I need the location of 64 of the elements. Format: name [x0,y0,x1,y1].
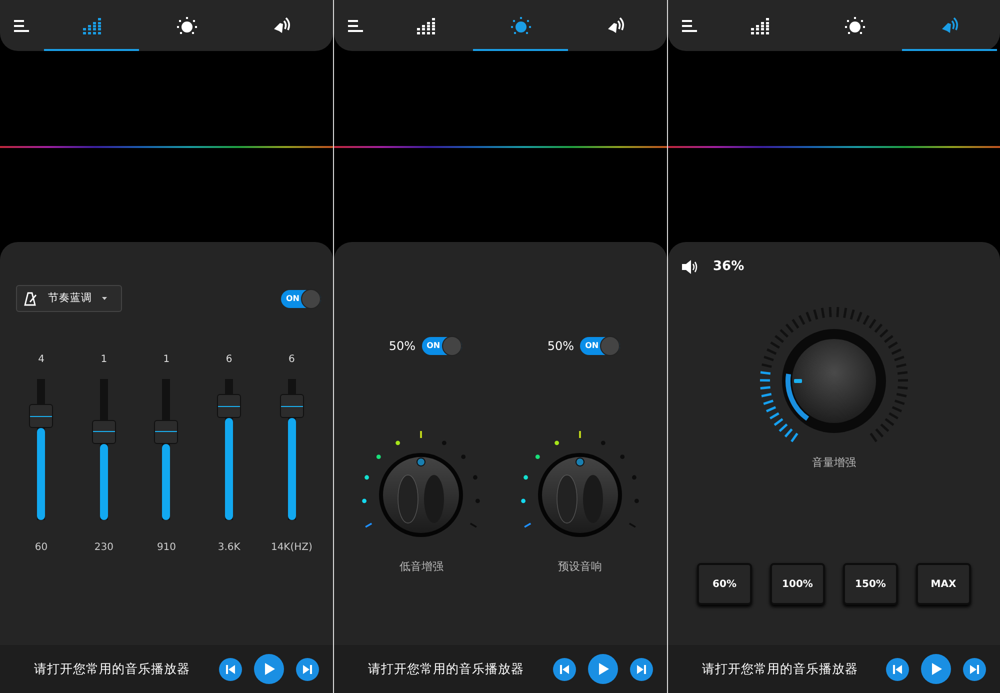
frequency-label: 230 [94,541,114,555]
band-value: 6 [288,353,295,367]
previous-icon [560,664,569,674]
next-icon [303,664,312,674]
previous-button[interactable] [886,658,909,680]
metronome-icon [24,292,38,306]
slider-thumb[interactable] [217,394,242,418]
frequency-label: 14K(HZ) [270,541,312,555]
player-message: 请打开您常用的音乐播放器 [702,660,859,678]
band-value: 1 [100,353,108,367]
play-icon [264,663,274,675]
band-value: 4 [38,353,44,367]
sun-icon [844,16,866,36]
menu-icon [348,20,364,32]
previous-button[interactable] [219,658,242,680]
play-icon [930,663,942,675]
play-button[interactable] [254,654,284,684]
percent-reading: 50% [547,338,574,355]
equalizer-icon [750,16,770,34]
frequency-label: 60 [34,541,48,555]
volume-reading: 36% [713,258,744,276]
previous-icon [893,664,902,674]
next-button[interactable] [963,658,986,680]
speaker-icon [272,16,292,34]
boost-preset-button[interactable]: 60% [697,563,752,605]
frequency-label: 3.6K [218,541,240,555]
speaker-icon [682,260,699,274]
boost-preset-button[interactable]: 100% [770,563,825,605]
preset-dropdown[interactable]: 节奏蓝调 [16,285,122,312]
frequency-label: 910 [156,541,176,555]
menu-icon [14,20,30,32]
band-value: 6 [226,353,232,367]
play-icon [598,663,608,675]
play-button[interactable] [921,654,951,684]
knob-label: 低音增强 [399,559,444,575]
sun-icon [176,16,198,36]
speaker-icon [606,16,626,34]
sun-icon [510,16,532,36]
slider-thumb[interactable] [280,394,304,418]
previous-button[interactable] [553,658,576,680]
band-value: 1 [163,353,170,367]
menu-icon [682,20,698,32]
play-button[interactable] [588,654,618,684]
slider-thumb[interactable] [154,420,178,444]
equalizer-icon [82,16,102,34]
player-message: 请打开您常用的音乐播放器 [34,660,191,678]
next-icon [637,664,646,674]
boost-preset-button[interactable]: 150% [843,563,898,605]
caret-icon [102,297,107,300]
previous-icon [226,664,235,674]
indicator-dot [416,458,426,466]
slider-thumb[interactable] [29,404,54,428]
speaker-icon [940,16,960,34]
dial-label: 音量增强 [812,454,856,470]
percent-reading: 50% [388,338,416,355]
equalizer-icon [416,16,436,34]
glow-arc [786,373,810,420]
knob-label: 预设音响 [558,559,602,575]
boost-preset-button[interactable]: MAX [916,563,971,605]
next-button[interactable] [630,658,653,680]
slider-thumb[interactable] [92,420,116,444]
player-message: 请打开您常用的音乐播放器 [368,660,525,678]
next-button[interactable] [296,658,319,680]
next-icon [970,664,979,674]
